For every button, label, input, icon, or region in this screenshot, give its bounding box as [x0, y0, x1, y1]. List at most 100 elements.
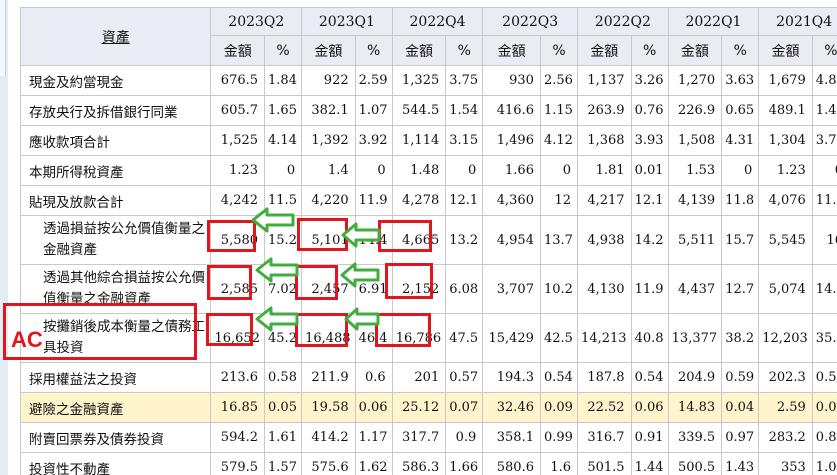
percent-cell: 40.8 [630, 313, 669, 363]
row-label[interactable]: 貼現及放款合計 [19, 185, 212, 216]
arrow-left-icon [344, 307, 380, 331]
percent-cell: 1.41 [811, 95, 837, 126]
amount-column-header: 金額 [482, 35, 541, 66]
row-label[interactable]: 存放央行及拆借銀行同業 [19, 95, 212, 126]
percent-cell: 0 [264, 155, 303, 186]
percent-column-header: % [630, 35, 669, 66]
table-row: 投資性不動產 579.5 1.57 575.6 1.62 586.3 1.66 580.6 1.… [19, 452, 837, 475]
left-panel-edge [0, 0, 8, 475]
percent-cell: 0.76 [630, 95, 669, 126]
percent-cell: 0.09 [539, 392, 579, 423]
percent-column-header: % [721, 35, 760, 66]
percent-cell: 2.56 [539, 65, 579, 96]
amount-cell: 594.2 [210, 422, 266, 453]
percent-cell: 0.99 [539, 422, 579, 453]
percent-cell: 1.07 [354, 95, 393, 126]
percent-cell: 1.54 [445, 95, 484, 126]
row-label[interactable]: 本期所得稅資產 [19, 155, 212, 186]
percent-cell: 11.9 [354, 185, 393, 216]
highlight-box-ac-2023q2 [206, 313, 253, 346]
amount-cell: 4,220 [301, 185, 356, 216]
row-label[interactable]: 現金及約當現金 [19, 65, 212, 96]
row-label[interactable]: 投資性不動產 [19, 452, 212, 475]
percent-cell: 0.07 [445, 392, 484, 423]
amount-cell: 489.1 [758, 95, 813, 126]
percent-cell: 4.12 [539, 125, 579, 156]
percent-cell: 0.82 [811, 422, 837, 453]
percent-cell: 0.9 [445, 422, 484, 453]
period-header: 2023Q2 [210, 7, 303, 36]
percent-cell: 16 [811, 215, 837, 265]
amount-cell: 1.53 [667, 155, 723, 186]
percent-column-header: % [445, 35, 484, 66]
percent-cell: 3.15 [445, 125, 484, 156]
percent-cell: 4.31 [721, 125, 760, 156]
percent-cell: 1.43 [721, 452, 760, 475]
amount-cell: 4,360 [482, 185, 541, 216]
amount-cell: 201 [391, 362, 447, 393]
amount-cell: 4,437 [667, 264, 723, 314]
row-label[interactable]: 避險之金融資產 [19, 392, 212, 423]
amount-cell: 1.66 [482, 155, 541, 186]
row-label[interactable]: 採用權益法之投資 [19, 362, 212, 393]
table-row: 存放央行及拆借銀行同業 605.7 1.65 382.1 1.07 544.5 1.54 41… [19, 95, 837, 126]
amount-cell: 3,707 [482, 264, 541, 314]
percent-cell: 12.1 [445, 185, 484, 216]
amount-column-header: 金額 [758, 35, 813, 66]
percent-cell: 1.65 [264, 95, 303, 126]
asset-column-header[interactable]: 資產 [19, 7, 212, 66]
percent-cell: 0.57 [445, 362, 484, 393]
amount-cell: 5,511 [667, 215, 723, 265]
amount-column-header: 金額 [210, 35, 266, 66]
percent-cell: 0.97 [721, 422, 760, 453]
highlight-box-fvoci-2023q1 [295, 265, 338, 300]
amount-cell: 676.5 [210, 65, 266, 96]
row-label[interactable]: 附賣回票券及債券投資 [19, 422, 212, 453]
amount-cell: 575.6 [301, 452, 356, 475]
amount-cell: 1,392 [301, 125, 356, 156]
arrow-left-icon [255, 306, 299, 332]
amount-cell: 32.46 [482, 392, 541, 423]
percent-cell: 10.2 [539, 264, 579, 314]
percent-cell: 0.06 [354, 392, 393, 423]
percent-column-header: % [811, 35, 837, 66]
amount-cell: 5,074 [758, 264, 813, 314]
percent-cell: 1.62 [354, 452, 393, 475]
percent-cell: 1.44 [630, 452, 669, 475]
amount-cell: 358.1 [482, 422, 541, 453]
percent-cell: 35.3 [811, 313, 837, 363]
amount-cell: 339.5 [667, 422, 723, 453]
amount-cell: 1,114 [391, 125, 447, 156]
arrow-left-icon [341, 222, 381, 248]
highlight-box-fvpl-2023q2 [207, 220, 256, 252]
row-label[interactable]: 透過損益按公允價值衡量之金融資產 [19, 215, 212, 265]
amount-cell: 22.52 [577, 392, 632, 423]
percent-cell: 12.1 [630, 185, 669, 216]
amount-cell: 12,203 [758, 313, 813, 363]
amount-column-header: 金額 [667, 35, 723, 66]
amount-cell: 382.1 [301, 95, 356, 126]
amount-cell: 13,377 [667, 313, 723, 363]
amount-cell: 211.9 [301, 362, 356, 393]
percent-cell: 0.91 [630, 422, 669, 453]
percent-cell: 3.92 [354, 125, 393, 156]
amount-cell: 4,130 [577, 264, 632, 314]
percent-cell: 0.06 [630, 392, 669, 423]
percent-cell: 13.7 [539, 215, 579, 265]
amount-cell: 580.6 [482, 452, 541, 475]
amount-cell: 1,270 [667, 65, 723, 96]
percent-cell: 47.5 [445, 313, 484, 363]
percent-cell: 0.59 [721, 362, 760, 393]
percent-cell: 4.85 [811, 65, 837, 96]
percent-cell: 0 [721, 155, 760, 186]
percent-column-header: % [539, 35, 579, 66]
row-label[interactable]: 應收款項合計 [19, 125, 212, 156]
amount-cell: 316.7 [577, 422, 632, 453]
amount-cell: 1.81 [577, 155, 632, 186]
percent-column-header: % [264, 35, 303, 66]
arrow-left-icon [340, 262, 380, 288]
amount-cell: 1,325 [391, 65, 447, 96]
amount-cell: 283.2 [758, 422, 813, 453]
percent-cell: 38.2 [721, 313, 760, 363]
percent-cell: 12 [539, 185, 579, 216]
